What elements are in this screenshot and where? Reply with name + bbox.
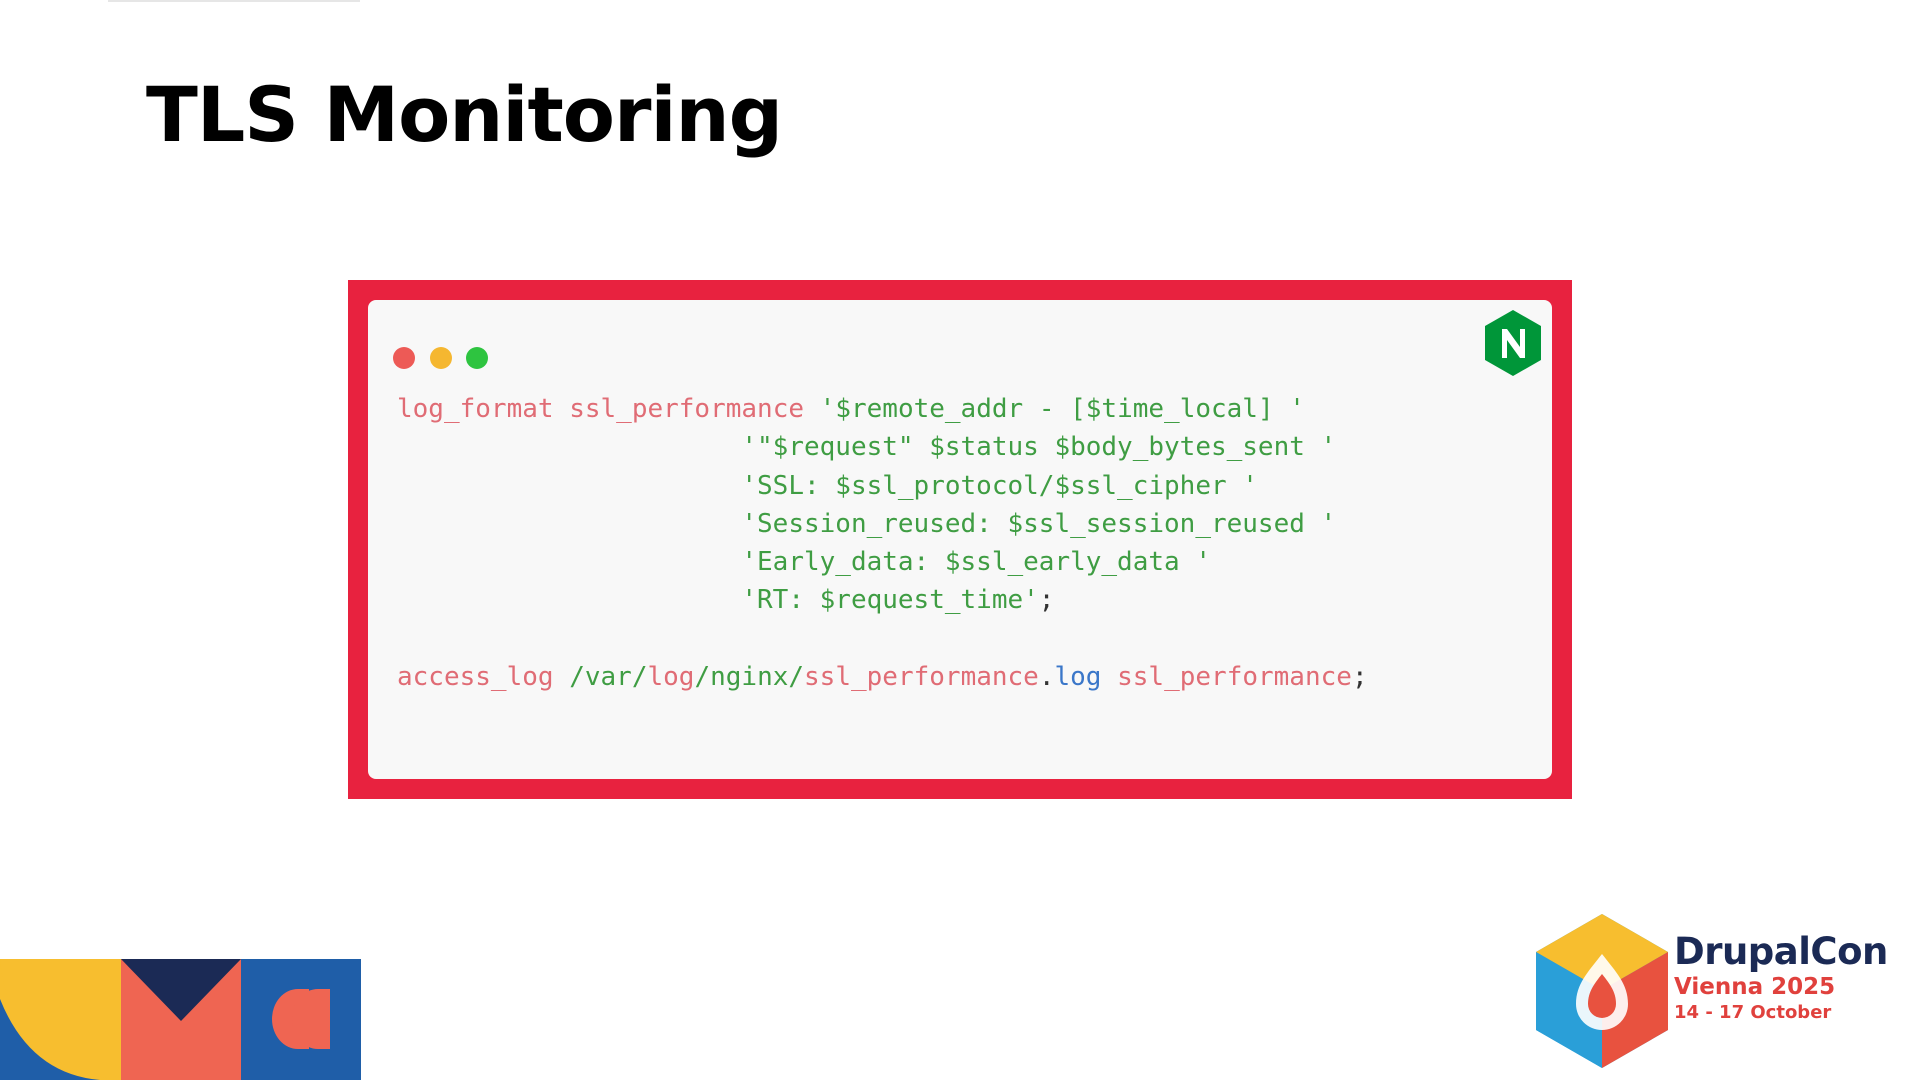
code-token: /var/ [569,662,648,693]
code-token: /nginx/ [694,662,805,693]
drupalcon-logo-icon [1536,914,1668,1068]
code-token: ssl_performance [1117,662,1352,693]
code-token: ssl_performance [804,662,1039,693]
top-divider [108,0,360,2]
code-token: ssl_performance [569,394,805,424]
code-token: access_log [397,662,554,693]
code-token: '$remote_addr - [$time_local] ' [819,394,1305,424]
code-line: log_format ssl_performance '$remote_addr… [397,390,1368,428]
code-token: 'RT: $request_time' [741,585,1039,616]
code-window: log_format ssl_performance '$remote_addr… [368,300,1552,779]
code-line: access_log /var/log/nginx/ssl_performanc… [397,658,1368,696]
slide-title: TLS Monitoring [146,70,783,159]
code-token: log [647,662,695,693]
code-line: 'SSL: $ssl_protocol/$ssl_cipher ' [397,467,1368,505]
brand-city: Vienna 2025 [1674,974,1836,1000]
window-maximize-dot-icon [466,347,488,369]
code-token: 'Early_data: $ssl_early_data ' [741,547,1211,578]
code-token: . [1038,662,1055,693]
brand-dates: 14 - 17 October [1674,1002,1832,1023]
code-line: '"$request" $status $body_bytes_sent ' [397,428,1368,466]
window-minimize-dot-icon [430,347,452,369]
code-line: 'RT: $request_time'; [397,581,1368,619]
decorative-pattern [0,959,361,1080]
brand-name: DrupalCon [1674,930,1888,973]
code-token: log_format [397,394,554,424]
code-line: 'Session_reused: $ssl_session_reused ' [397,505,1368,543]
window-close-dot-icon [393,347,415,369]
slide: TLS Monitoring log_format ssl_performanc… [0,0,1920,1080]
code-token: ; [1351,662,1368,693]
code-block: log_format ssl_performance '$remote_addr… [397,390,1368,696]
code-frame: log_format ssl_performance '$remote_addr… [348,280,1572,799]
code-line: 'Early_data: $ssl_early_data ' [397,543,1368,581]
code-token: 'Session_reused: $ssl_session_reused ' [741,508,1337,539]
nginx-logo-icon [1485,310,1541,376]
code-token: '"$request" $status $body_bytes_sent ' [741,432,1337,463]
code-token: 'SSL: $ssl_protocol/$ssl_cipher ' [741,470,1258,501]
code-token: ; [1038,585,1055,616]
code-token: log [1054,662,1102,693]
